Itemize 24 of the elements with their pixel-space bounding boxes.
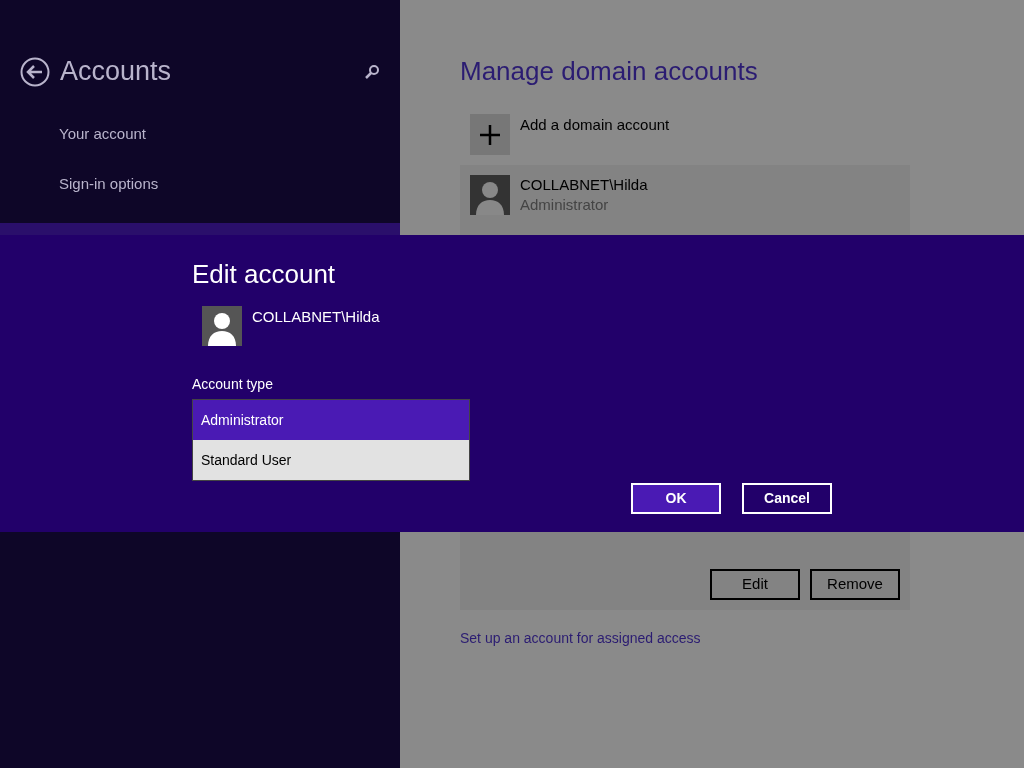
section-title: Manage domain accounts xyxy=(460,55,759,87)
user-avatar-icon xyxy=(470,175,510,215)
sidebar-item[interactable]: Sign-in options xyxy=(0,173,400,223)
list-option[interactable]: Administrator xyxy=(193,400,469,440)
add-account-label[interactable]: Add a domain account xyxy=(520,114,670,137)
account-role: Administrator xyxy=(520,195,610,215)
back-icon[interactable] xyxy=(20,56,50,87)
account-name: COLLABNET\Hilda xyxy=(520,175,648,195)
account-action-button[interactable]: Edit xyxy=(710,569,800,600)
sidebar-item[interactable]: Your account xyxy=(0,123,400,173)
list-option[interactable]: Standard User xyxy=(193,440,469,480)
account-action-button[interactable]: Remove xyxy=(810,569,900,600)
page-title: Accounts xyxy=(60,58,172,85)
assigned-access-link[interactable]: Set up an account for assigned access xyxy=(460,628,701,649)
dialog-button[interactable]: Cancel xyxy=(742,483,832,514)
account-type-list[interactable]: Administrator Standard User xyxy=(192,399,470,481)
search-icon[interactable] xyxy=(364,63,380,80)
user-avatar-icon xyxy=(202,306,242,346)
dialog-button[interactable]: OK xyxy=(631,483,721,514)
field-label: Account type xyxy=(192,375,273,394)
plus-icon xyxy=(480,124,500,145)
add-button[interactable] xyxy=(470,114,510,155)
account-name: COLLABNET\Hilda xyxy=(252,307,380,327)
dialog-title: Edit account xyxy=(192,259,336,289)
